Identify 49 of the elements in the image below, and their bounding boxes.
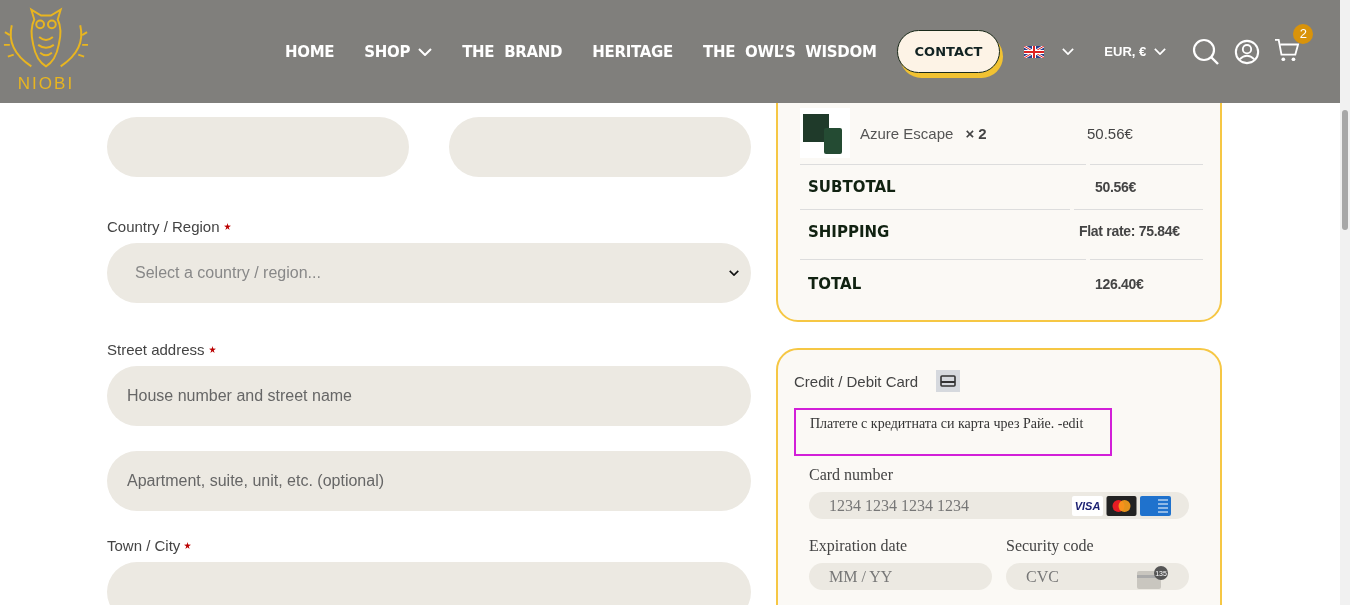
- product-quantity: × 2: [965, 124, 987, 142]
- currency-selector[interactable]: EUR, €: [1104, 44, 1167, 59]
- caret-icon: [729, 269, 739, 276]
- mastercard-logo-icon: [1106, 495, 1137, 516]
- amex-logo-icon: [1140, 495, 1171, 516]
- field-label: Town / City: [107, 537, 181, 555]
- caret-icon: [1154, 48, 1167, 55]
- field-label: Street address: [107, 340, 205, 358]
- payment-description: Платете с кредитната си карта чрез Райе. -edit: [794, 408, 1112, 456]
- cart-count-badge: 2: [1293, 23, 1314, 44]
- summary-label: SUBTOTAL: [808, 178, 896, 196]
- summary-value: Flat rate: 75.84€: [1079, 223, 1180, 239]
- visa-logo: VISA: [1072, 495, 1103, 516]
- card-number-field[interactable]: 1234 1234 1234 1234 VISA: [809, 492, 1189, 519]
- summary-value: 50.56€: [1095, 179, 1137, 195]
- caret-icon: [418, 47, 433, 56]
- product-photo-placeholder: [800, 108, 850, 158]
- country-select[interactable]: Select a country / region...: [107, 242, 751, 303]
- user-icon[interactable]: [1234, 38, 1261, 65]
- required-icon: [184, 542, 192, 550]
- required-icon: [208, 345, 216, 353]
- caret-icon: [1062, 48, 1075, 55]
- flag-icon: [1024, 45, 1045, 58]
- scrollbar[interactable]: [1340, 0, 1350, 605]
- nav-link[interactable]: HERITAGE: [592, 42, 674, 61]
- summary-label: SHIPPING: [808, 223, 890, 241]
- nav-link[interactable]: THE BRAND: [462, 42, 563, 61]
- field-label: Country / Region: [107, 217, 220, 235]
- logo-text[interactable]: NIOBI: [17, 74, 75, 93]
- summary-label: TOTAL: [808, 274, 862, 293]
- nav-link[interactable]: THE OWL’S WISDOM: [703, 42, 877, 61]
- nav-link[interactable]: HOME: [285, 42, 335, 61]
- payment-method-label[interactable]: Credit / Debit Card: [794, 372, 919, 390]
- input-field[interactable]: Apartment, suite, unit, etc. (optional): [107, 451, 751, 512]
- nav-link[interactable]: SHOP: [364, 42, 433, 61]
- expiry-field[interactable]: MM / YY: [809, 563, 992, 590]
- product-name: Azure Escape: [860, 124, 954, 142]
- required-icon: [223, 222, 231, 230]
- field-label: Expiration date: [809, 537, 908, 555]
- search-icon[interactable]: [1192, 37, 1221, 66]
- input-field[interactable]: House number and street name: [107, 365, 751, 426]
- language-selector[interactable]: [1024, 45, 1075, 58]
- product-price: 50.56€: [1087, 124, 1133, 142]
- field-label: Security code: [1006, 537, 1094, 555]
- cart-icon[interactable]: [1274, 37, 1301, 62]
- credit-card-icon: [936, 370, 961, 392]
- input-field[interactable]: [107, 562, 751, 605]
- summary-value: 126.40€: [1095, 275, 1144, 292]
- field-label: Card number: [809, 466, 893, 484]
